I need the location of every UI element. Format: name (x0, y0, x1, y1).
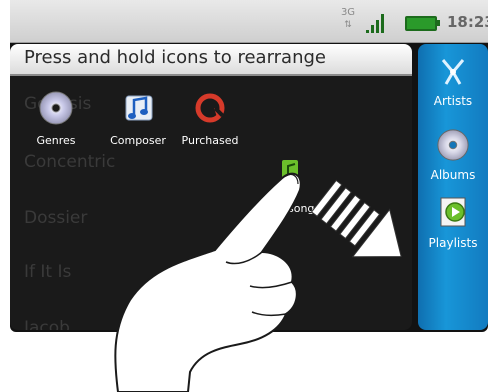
tile-label: Composer (110, 134, 166, 147)
instruction-text: Press and hold icons to rearrange (24, 47, 326, 68)
data-arrows-icon: ⇅ (344, 20, 352, 30)
list-item[interactable]: Jacob (24, 318, 70, 330)
tile-label: Genres (36, 134, 76, 147)
network-indicator: 3G ⇅ (339, 7, 357, 35)
tile-genres[interactable]: Genres (16, 90, 96, 147)
dragged-item-label: songs (288, 202, 321, 215)
playlist-icon (440, 197, 466, 227)
signal-icon (366, 14, 384, 33)
disc-icon (437, 129, 469, 161)
purchased-icon (195, 93, 225, 123)
disc-icon (39, 91, 73, 125)
panel-header: Press and hold icons to rearrange (10, 44, 412, 76)
tile-purchased[interactable]: Purchased (170, 90, 250, 147)
sidebar-item-artists[interactable]: Artists (418, 56, 488, 108)
sidebar: Artists Albums Playlists (418, 44, 488, 330)
clock: 18:23 (447, 13, 488, 31)
music-note-icon (125, 95, 153, 121)
status-bar: 3G ⇅ 18:23 (10, 0, 488, 43)
artists-icon (441, 59, 465, 85)
music-note-icon[interactable] (280, 158, 300, 192)
list-item[interactable]: Dossier (24, 208, 87, 228)
list-item[interactable]: Concentric (24, 152, 115, 172)
sidebar-item-label: Artists (433, 94, 473, 108)
battery-icon (405, 16, 440, 31)
sidebar-item-playlists[interactable]: Playlists (418, 194, 488, 250)
sidebar-item-label: Albums (430, 168, 476, 182)
sidebar-item-label: Playlists (428, 236, 478, 250)
sidebar-item-albums[interactable]: Albums (418, 128, 488, 182)
phone-screen: 3G ⇅ 18:23 Press and hold icons to rearr… (10, 0, 488, 332)
library-panel: Press and hold icons to rearrange Genesi… (10, 44, 412, 330)
network-type: 3G (340, 7, 356, 18)
tile-label: Purchased (181, 134, 239, 147)
list-item[interactable]: If It Is (24, 262, 71, 282)
tile-composer[interactable]: Composer (98, 90, 178, 147)
